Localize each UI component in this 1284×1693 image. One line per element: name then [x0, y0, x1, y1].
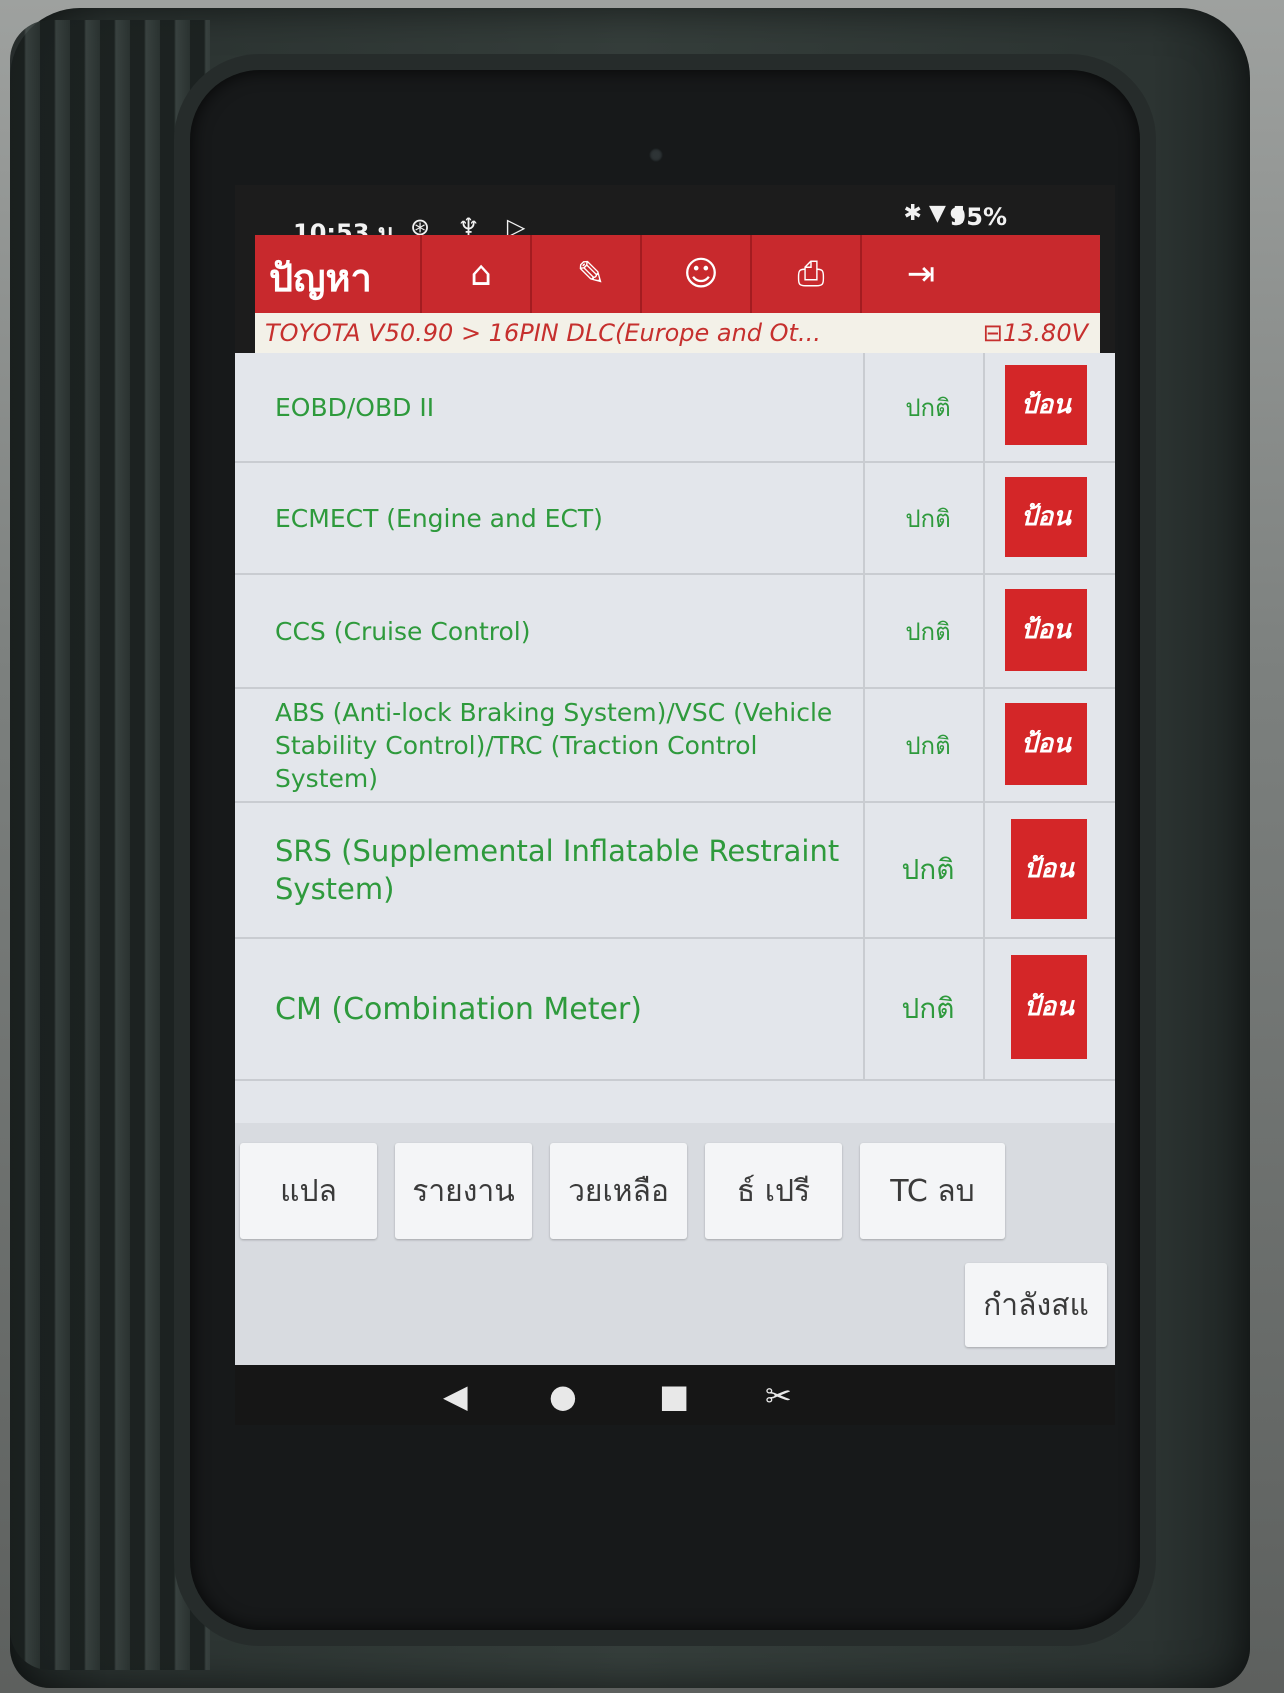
exit-icon: ⇥: [906, 254, 936, 294]
page-title: ปัญหา: [269, 256, 372, 300]
list-item: SRS (Supplemental Inflatable Restraint S…: [235, 803, 1115, 939]
system-name: CCS (Cruise Control): [275, 575, 865, 687]
enter-button[interactable]: ป้อน: [1011, 955, 1087, 1059]
list-item: CM (Combination Meter) ปกติ ป้อน: [235, 939, 1115, 1081]
recents-icon[interactable]: ■: [659, 1377, 689, 1415]
report-button[interactable]: รายงาน: [395, 1143, 532, 1239]
android-nav-bar: ◀ ● ■ ✂: [235, 1365, 1115, 1425]
screenshot-icon[interactable]: ✂: [765, 1377, 792, 1415]
front-camera: [649, 148, 663, 162]
device-grip: [10, 20, 210, 1670]
system-name: ABS (Anti-lock Braking System)/VSC (Vehi…: [275, 689, 865, 801]
system-status: ปกติ: [873, 353, 985, 461]
exit-button[interactable]: ⇥: [860, 235, 980, 313]
system-name: SRS (Supplemental Inflatable Restraint S…: [275, 803, 865, 937]
tablet-screen: 10:53 น. ⊛ ♆ ▷ ✱ ▼ ▮ 95% ปัญหา ⌂ ✎ ☺ ⎙ ⇥…: [235, 185, 1115, 1425]
system-status: ปกติ: [873, 689, 985, 801]
list-item: CCS (Cruise Control) ปกติ ป้อน: [235, 575, 1115, 689]
status-bar: 10:53 น. ⊛ ♆ ▷ ✱ ▼ ▮ 95%: [235, 185, 1115, 247]
system-name: EOBD/OBD II: [275, 353, 865, 461]
home-nav-icon[interactable]: ●: [549, 1377, 577, 1415]
home-button[interactable]: ⌂: [420, 235, 540, 313]
home-icon: ⌂: [470, 254, 492, 294]
translate-button[interactable]: แปล: [240, 1143, 377, 1239]
system-status: ปกติ: [873, 803, 985, 937]
scanning-button[interactable]: กำลังสแ: [965, 1263, 1107, 1347]
system-name: ECMECT (Engine and ECT): [275, 463, 865, 573]
support-button[interactable]: ☺: [640, 235, 760, 313]
support-icon: ☺: [683, 254, 719, 294]
battery-percentage: 95%: [949, 203, 1007, 231]
system-status: ปกติ: [873, 575, 985, 687]
back-icon[interactable]: ◀: [443, 1377, 468, 1415]
system-list: EOBD/OBD II ปกติ ป้อน ECMECT (Engine and…: [235, 353, 1115, 1123]
enter-button[interactable]: ป้อน: [1005, 703, 1087, 785]
vehicle-path: TOYOTA V50.90 > 16PIN DLC(Europe and Ot.…: [265, 319, 821, 347]
system-status: ปกติ: [873, 463, 985, 573]
clear-dtc-button[interactable]: TC ลบ: [860, 1143, 1005, 1239]
car-battery-icon: ⊟: [982, 319, 1003, 347]
breadcrumb: TOYOTA V50.90 > 16PIN DLC(Europe and Ot.…: [255, 313, 1100, 353]
edit-icon: ✎: [576, 254, 606, 294]
help-button[interactable]: วยเหลือ: [550, 1143, 687, 1239]
list-item: EOBD/OBD II ปกติ ป้อน: [235, 353, 1115, 463]
system-status: ปกติ: [873, 939, 985, 1079]
print-button[interactable]: ⎙: [750, 235, 870, 313]
enter-button[interactable]: ป้อน: [1005, 477, 1087, 557]
bottom-action-bar: แปล รายงาน วยเหลือ ธ์ เปรี TC ลบ กำลังสแ: [235, 1123, 1115, 1365]
battery-voltage: ⊟13.80V: [982, 319, 1088, 347]
system-name: CM (Combination Meter): [275, 939, 865, 1079]
enter-button[interactable]: ป้อน: [1005, 589, 1087, 671]
edit-button[interactable]: ✎: [530, 235, 650, 313]
compare-button[interactable]: ธ์ เปรี: [705, 1143, 842, 1239]
enter-button[interactable]: ป้อน: [1005, 365, 1087, 445]
print-icon: ⎙: [797, 254, 825, 294]
list-item: ECMECT (Engine and ECT) ปกติ ป้อน: [235, 463, 1115, 575]
list-item: ABS (Anti-lock Braking System)/VSC (Vehi…: [235, 689, 1115, 803]
app-header: ปัญหา ⌂ ✎ ☺ ⎙ ⇥: [255, 235, 1100, 313]
enter-button[interactable]: ป้อน: [1011, 819, 1087, 919]
